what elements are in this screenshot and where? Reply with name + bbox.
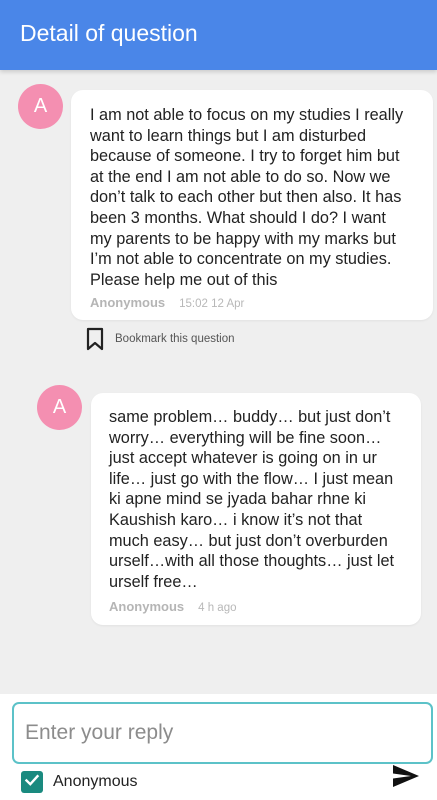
anonymous-toggle[interactable]: Anonymous xyxy=(21,770,138,794)
question-avatar[interactable]: A xyxy=(18,84,63,129)
question-author: Anonymous xyxy=(90,295,166,310)
question-meta: Anonymous 15:02 12 Apr xyxy=(90,294,244,312)
question-time: 15:02 12 Apr xyxy=(179,298,245,310)
question-line: don’t talk to each other but then also. … xyxy=(90,188,402,207)
send-button[interactable] xyxy=(390,764,422,793)
answer-text: same problem… buddy… but just don’t worr… xyxy=(109,407,415,592)
answer-line: same problem… buddy… but just don’t xyxy=(109,408,391,426)
send-icon xyxy=(392,764,420,793)
app-bar: Detail of question xyxy=(0,0,437,70)
anonymous-label: Anonymous xyxy=(53,773,138,790)
answer-line: Kaushish karo… i know it’s not that xyxy=(109,510,363,529)
answer-line: worry… everything will be fine soon… xyxy=(109,428,382,447)
question-line: been 3 months. What should I do? I want xyxy=(90,208,386,227)
answer-line: urself free… xyxy=(109,572,198,591)
answer-line: urself…with all those thoughts… just let xyxy=(109,552,395,571)
answer-meta: Anonymous 4 h ago xyxy=(109,598,237,616)
bookmark-button[interactable]: Bookmark this question xyxy=(85,326,235,352)
bookmark-label: Bookmark this question xyxy=(115,333,235,345)
bookmark-icon xyxy=(85,327,105,351)
answer-line: just accept whatever is going on in ur xyxy=(109,449,377,468)
check-icon xyxy=(24,772,40,793)
question-text: I am not able to focus on my studies I r… xyxy=(90,105,426,290)
answer-time: 4 h ago xyxy=(198,602,237,614)
answer-line: ki apne mind se jyada bahar rhne ki xyxy=(109,490,367,509)
reply-bar: Anonymous xyxy=(0,694,437,800)
reply-input[interactable] xyxy=(12,702,433,764)
question-line: my parents to be happy with my marks but xyxy=(90,229,396,248)
answer-line: life… just go with the flow… I just mean xyxy=(109,469,394,488)
answer-author: Anonymous xyxy=(109,599,185,614)
question-card: I am not able to focus on my studies I r… xyxy=(71,90,433,320)
question-line: Please help me out of this xyxy=(90,270,278,289)
answer-line: much easy… but just don’t overburden xyxy=(109,531,388,550)
anonymous-checkbox[interactable] xyxy=(21,771,43,793)
question-line: want to learn things but I am disturbed xyxy=(90,126,367,145)
question-line: because of someone. I try to forget him … xyxy=(90,147,400,166)
question-line: I am not able to focus on my studies I r… xyxy=(90,106,404,124)
page-title: Detail of question xyxy=(20,20,198,46)
answer-card: same problem… buddy… but just don’t worr… xyxy=(91,393,421,625)
question-line: I’m not able to concentrate on my studie… xyxy=(90,250,392,269)
question-line: at the end I am not able to do so. Now w… xyxy=(90,167,391,186)
answer-avatar[interactable]: A xyxy=(37,385,82,430)
